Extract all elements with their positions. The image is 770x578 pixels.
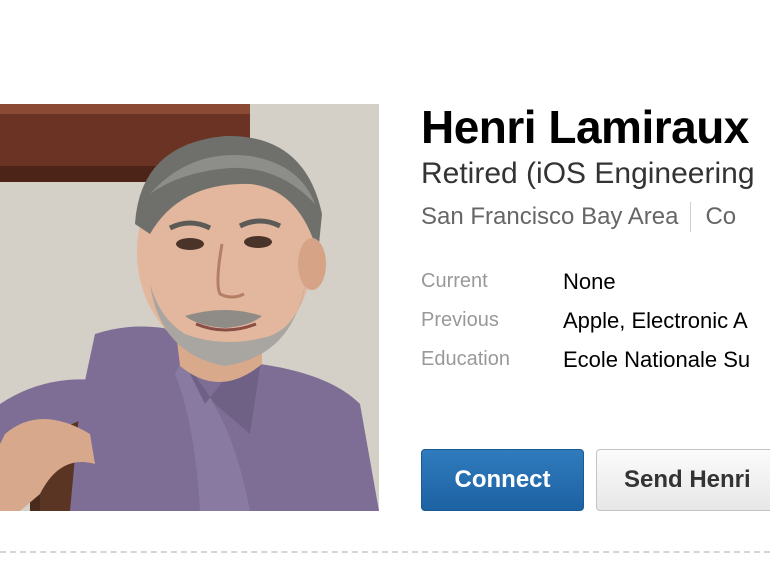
profile-headline: Retired (iOS Engineering (421, 157, 755, 190)
profile-photo[interactable] (0, 104, 379, 511)
profile-location[interactable]: San Francisco Bay Area (421, 203, 678, 231)
profile-photo-image (0, 104, 379, 511)
fact-value[interactable]: Apple, Electronic A (563, 308, 748, 334)
fact-row-current: Current None (421, 262, 750, 301)
fact-label: Education (421, 348, 510, 370)
fact-label: Previous (421, 309, 499, 331)
section-divider (0, 551, 770, 553)
fact-row-previous: Previous Apple, Electronic A (421, 301, 750, 340)
profile-card: Henri Lamiraux Retired (iOS Engineering … (0, 0, 770, 578)
fact-label: Current (421, 270, 488, 292)
send-message-button[interactable]: Send Henri (596, 449, 770, 511)
profile-industry[interactable]: Co (705, 203, 736, 231)
fact-value[interactable]: Ecole Nationale Su (563, 347, 750, 373)
fact-value: None (563, 268, 616, 294)
profile-name: Henri Lamiraux (421, 101, 749, 153)
connect-button[interactable]: Connect (421, 449, 584, 511)
profile-facts: Current None Previous Apple, Electronic … (421, 262, 750, 379)
profile-meta: San Francisco Bay Area Co (421, 202, 736, 232)
fact-row-education: Education Ecole Nationale Su (421, 340, 750, 379)
meta-divider (690, 202, 692, 232)
